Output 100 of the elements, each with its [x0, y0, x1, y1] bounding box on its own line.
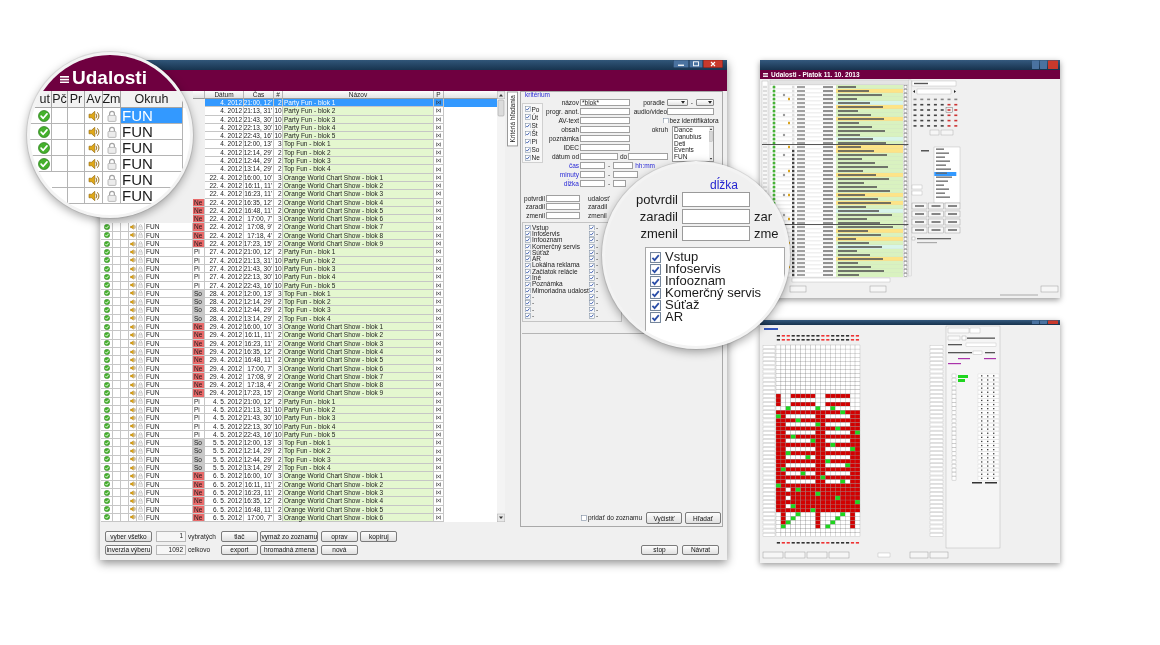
field-label: zar — [754, 209, 773, 224]
cross-icon — [436, 365, 441, 371]
checkbox[interactable] — [589, 275, 595, 281]
checkbox[interactable] — [525, 243, 531, 250]
checkbox[interactable] — [525, 138, 531, 145]
checkbox[interactable] — [589, 306, 595, 313]
checkbox[interactable] — [525, 287, 531, 294]
minimize-icon[interactable] — [673, 60, 689, 68]
dropdown[interactable] — [696, 98, 714, 107]
input-field[interactable] — [580, 134, 630, 143]
column-header[interactable]: Okruh — [134, 91, 169, 107]
scrollbar[interactable] — [709, 127, 713, 161]
checkbox[interactable] — [589, 250, 595, 256]
checkbox[interactable] — [581, 515, 587, 521]
checkbox[interactable] — [525, 300, 531, 306]
table-cell[interactable]: FUN — [121, 140, 183, 156]
checkbox[interactable] — [525, 130, 531, 137]
input-field[interactable] — [613, 161, 634, 170]
maximize-icon[interactable] — [689, 60, 703, 68]
checkbox[interactable] — [589, 262, 595, 269]
cross-icon — [436, 249, 441, 255]
checkbox[interactable] — [650, 311, 661, 323]
checkbox[interactable] — [525, 313, 531, 319]
checkbox[interactable] — [525, 231, 531, 237]
checkbox[interactable] — [525, 155, 531, 161]
cross-icon — [436, 199, 441, 205]
input-field[interactable] — [580, 125, 630, 134]
checkbox[interactable] — [525, 256, 531, 262]
checkbox[interactable] — [650, 263, 661, 275]
table-cell[interactable]: FUN — [121, 124, 183, 140]
input-field[interactable] — [580, 152, 618, 161]
scrollbar[interactable] — [497, 91, 505, 522]
input-field[interactable] — [546, 211, 580, 219]
input-field[interactable] — [682, 226, 750, 241]
checkbox[interactable] — [663, 117, 669, 124]
checkbox[interactable] — [525, 275, 531, 281]
column-header[interactable]: Zm — [102, 91, 121, 107]
input-field[interactable] — [628, 152, 669, 161]
checkbox[interactable] — [525, 262, 531, 269]
checkbox-label: Komerčný servis — [665, 287, 762, 299]
menu-icon[interactable] — [763, 72, 768, 77]
checkbox[interactable] — [650, 287, 661, 299]
cross-icon — [436, 183, 441, 189]
checkbox[interactable] — [650, 299, 661, 311]
table-cell[interactable]: FUN — [121, 156, 183, 172]
dropdown[interactable] — [666, 98, 688, 107]
input-field[interactable] — [580, 107, 630, 116]
checkbox[interactable] — [525, 250, 531, 256]
cross-icon — [436, 257, 441, 263]
checkbox[interactable] — [525, 122, 531, 129]
input-field[interactable] — [667, 107, 714, 116]
input-field[interactable] — [580, 143, 630, 152]
checkbox[interactable] — [650, 275, 661, 287]
input-field[interactable] — [613, 179, 627, 188]
cross-icon — [436, 423, 441, 429]
cross-icon — [436, 398, 441, 404]
column-header[interactable]: Pr — [69, 91, 83, 107]
checkbox[interactable] — [589, 237, 595, 243]
cross-icon — [436, 100, 441, 106]
checkbox[interactable] — [525, 237, 531, 243]
cross-icon — [436, 432, 441, 437]
checkbox[interactable] — [589, 294, 595, 300]
checkbox[interactable] — [525, 268, 531, 275]
close-icon[interactable] — [703, 60, 723, 68]
checkbox[interactable] — [525, 114, 531, 120]
checkbox[interactable] — [589, 313, 595, 319]
checkbox[interactable] — [525, 281, 531, 288]
input-field[interactable] — [580, 116, 630, 125]
caret-icon — [681, 101, 686, 104]
column-header[interactable]: ut — [39, 91, 50, 107]
input-field[interactable] — [546, 203, 580, 211]
checkbox[interactable] — [525, 224, 531, 231]
input-field[interactable] — [580, 170, 605, 179]
menu-icon[interactable] — [60, 75, 69, 83]
checkbox[interactable] — [650, 251, 661, 263]
table-cell[interactable]: FUN — [121, 188, 183, 204]
input-field[interactable] — [682, 209, 750, 224]
checkbox[interactable] — [525, 294, 531, 300]
field-label: zaradil — [639, 209, 678, 224]
checkbox[interactable] — [525, 306, 531, 313]
checkbox[interactable] — [589, 300, 595, 306]
checkbox[interactable] — [589, 224, 595, 231]
checkbox[interactable] — [589, 281, 595, 288]
column-header[interactable]: Av — [86, 91, 101, 107]
checkbox[interactable] — [589, 287, 595, 294]
column-header[interactable] — [193, 91, 205, 99]
checkbox[interactable] — [589, 256, 595, 262]
input-field[interactable] — [682, 192, 750, 207]
checkbox[interactable] — [589, 231, 595, 237]
input-field[interactable] — [580, 179, 605, 188]
checkbox[interactable] — [525, 147, 531, 153]
input-field[interactable] — [546, 194, 580, 202]
input-field[interactable] — [613, 170, 639, 179]
input-field[interactable] — [580, 161, 605, 170]
table-cell[interactable]: FUN — [121, 172, 183, 188]
column-header[interactable]: Pč — [52, 91, 67, 107]
checkbox[interactable] — [589, 243, 595, 250]
cross-icon — [436, 224, 441, 230]
checkbox[interactable] — [589, 268, 595, 275]
checkbox[interactable] — [525, 106, 531, 112]
